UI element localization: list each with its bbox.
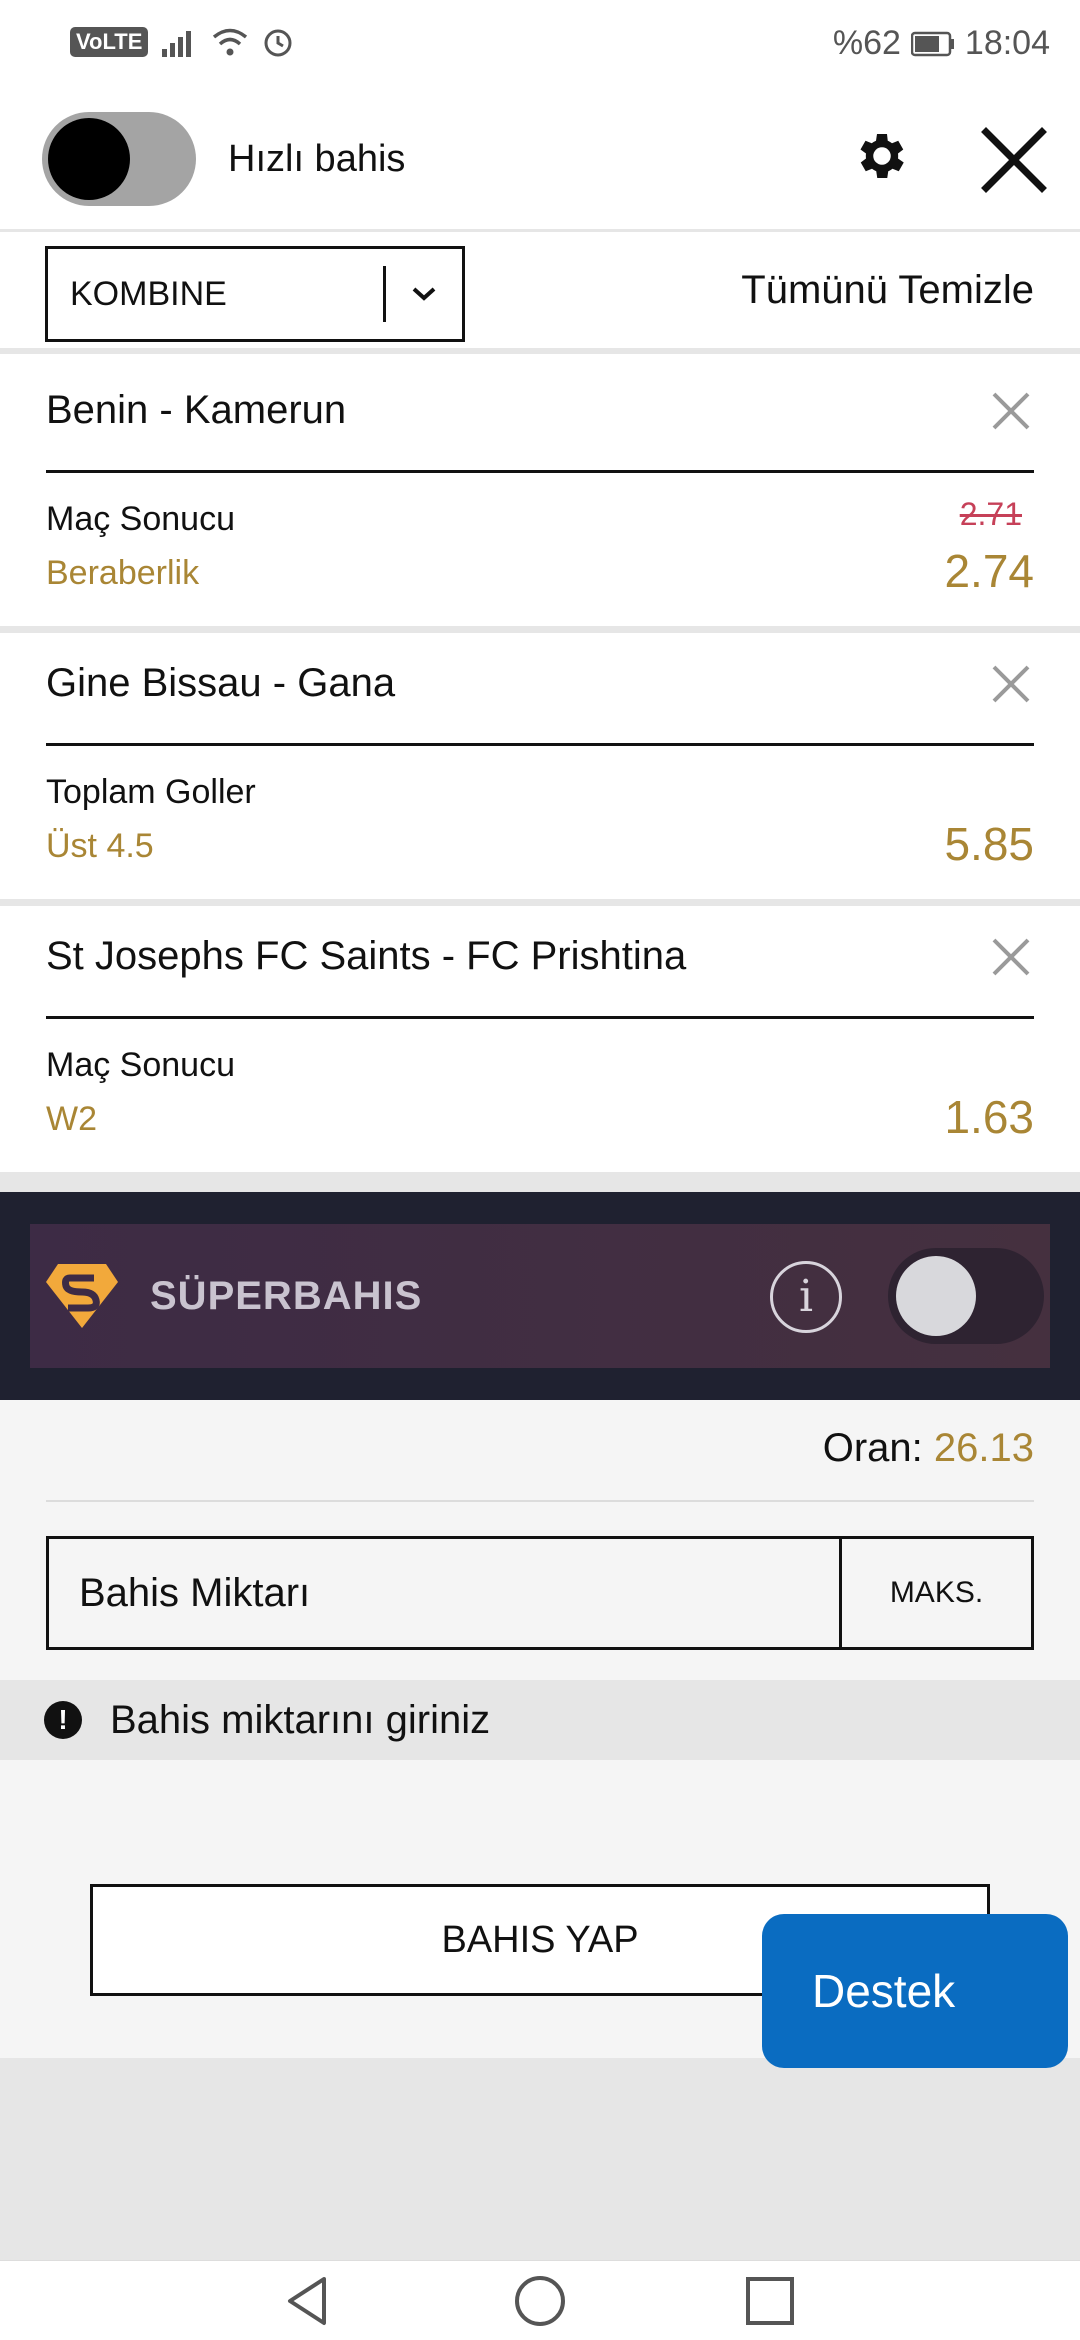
separator	[0, 626, 1080, 633]
alarm-icon	[264, 29, 292, 57]
divider	[46, 1016, 1034, 1019]
toggle-knob	[48, 118, 130, 200]
fast-bet-toggle[interactable]	[42, 112, 196, 206]
bet-item: Benin - Kamerun Maç Sonucu 2.71 Beraberl…	[0, 360, 1080, 626]
status-bar: VoLTE %62 18:04	[0, 0, 1080, 90]
chevron-down-icon	[386, 285, 462, 303]
market-name: Maç Sonucu	[46, 1046, 235, 1084]
toggle-knob	[896, 1256, 976, 1336]
close-icon[interactable]	[980, 126, 1048, 194]
volte-badge: VoLTE	[70, 27, 149, 57]
support-button[interactable]: Destek	[762, 1914, 1068, 2068]
status-left: VoLTE	[70, 26, 294, 58]
market-name: Maç Sonucu	[46, 500, 235, 538]
superbahis-banner: SÜPERBAHIS i	[30, 1224, 1050, 1368]
bet-type-dropdown[interactable]: KOMBINE	[45, 246, 465, 342]
divider	[46, 743, 1034, 746]
superbahis-title: SÜPERBAHIS	[150, 1274, 423, 1318]
odds-value: 5.85	[944, 818, 1034, 870]
bottom-filler	[0, 2058, 1080, 2260]
total-odds-value: 26.13	[933, 1426, 1034, 1470]
battery-percent: %62	[832, 24, 901, 62]
total-odds: Oran: 26.13	[823, 1426, 1034, 1471]
signal-icon	[162, 31, 192, 57]
selection-name: W2	[46, 1100, 97, 1138]
selection-name: Beraberlik	[46, 554, 200, 592]
remove-bet-icon[interactable]	[988, 934, 1034, 980]
stake-input[interactable]	[49, 1539, 839, 1647]
match-name: St Josephs FC Saints - FC Prishtina	[46, 934, 687, 978]
bet-item: Gine Bissau - Gana Toplam Goller Üst 4.5…	[0, 633, 1080, 899]
odds-value: 1.63	[944, 1091, 1034, 1143]
alert-icon: !	[44, 1701, 82, 1739]
system-nav-bar	[0, 2260, 1080, 2340]
status-right: %62 18:04	[833, 24, 1050, 63]
clock: 18:04	[964, 24, 1050, 62]
back-icon[interactable]	[278, 2271, 338, 2331]
superbahis-toggle[interactable]	[888, 1248, 1044, 1344]
gear-icon[interactable]	[852, 126, 912, 186]
warning-text: Bahis miktarını giriniz	[110, 1697, 491, 1742]
info-icon[interactable]: i	[770, 1261, 842, 1333]
match-name: Benin - Kamerun	[46, 388, 347, 432]
old-odds: 2.71	[959, 496, 1022, 532]
clear-all-button[interactable]: Tümünü Temizle	[741, 268, 1034, 313]
fast-bet-label: Hızlı bahis	[228, 138, 406, 180]
warning-message: ! Bahis miktarını giriniz	[0, 1680, 1080, 1760]
remove-bet-icon[interactable]	[988, 661, 1034, 707]
bet-type-value: KOMBINE	[70, 274, 227, 313]
selection-name: Üst 4.5	[46, 827, 154, 865]
market-name: Toplam Goller	[46, 773, 256, 811]
recents-icon[interactable]	[740, 2271, 800, 2331]
separator	[0, 899, 1080, 906]
max-stake-button[interactable]: MAKS.	[839, 1539, 1031, 1647]
total-odds-label: Oran:	[822, 1426, 923, 1470]
superbahis-logo-icon	[46, 1264, 118, 1328]
superbahis-section: SÜPERBAHIS i	[0, 1192, 1080, 1400]
odds-value: 2.74	[944, 545, 1034, 597]
remove-bet-icon[interactable]	[988, 388, 1034, 434]
stake-field: MAKS.	[46, 1536, 1034, 1650]
home-icon[interactable]	[510, 2271, 570, 2331]
bet-type-row: KOMBINE Tümünü Temizle	[0, 232, 1080, 354]
divider	[46, 1500, 1034, 1502]
match-name: Gine Bissau - Gana	[46, 661, 396, 705]
bet-item: St Josephs FC Saints - FC Prishtina Maç …	[0, 906, 1080, 1172]
divider	[46, 470, 1034, 473]
battery-icon	[910, 31, 954, 56]
betslip-header: Hızlı bahis	[0, 90, 1080, 232]
wifi-icon	[213, 28, 248, 56]
separator	[0, 1172, 1080, 1192]
